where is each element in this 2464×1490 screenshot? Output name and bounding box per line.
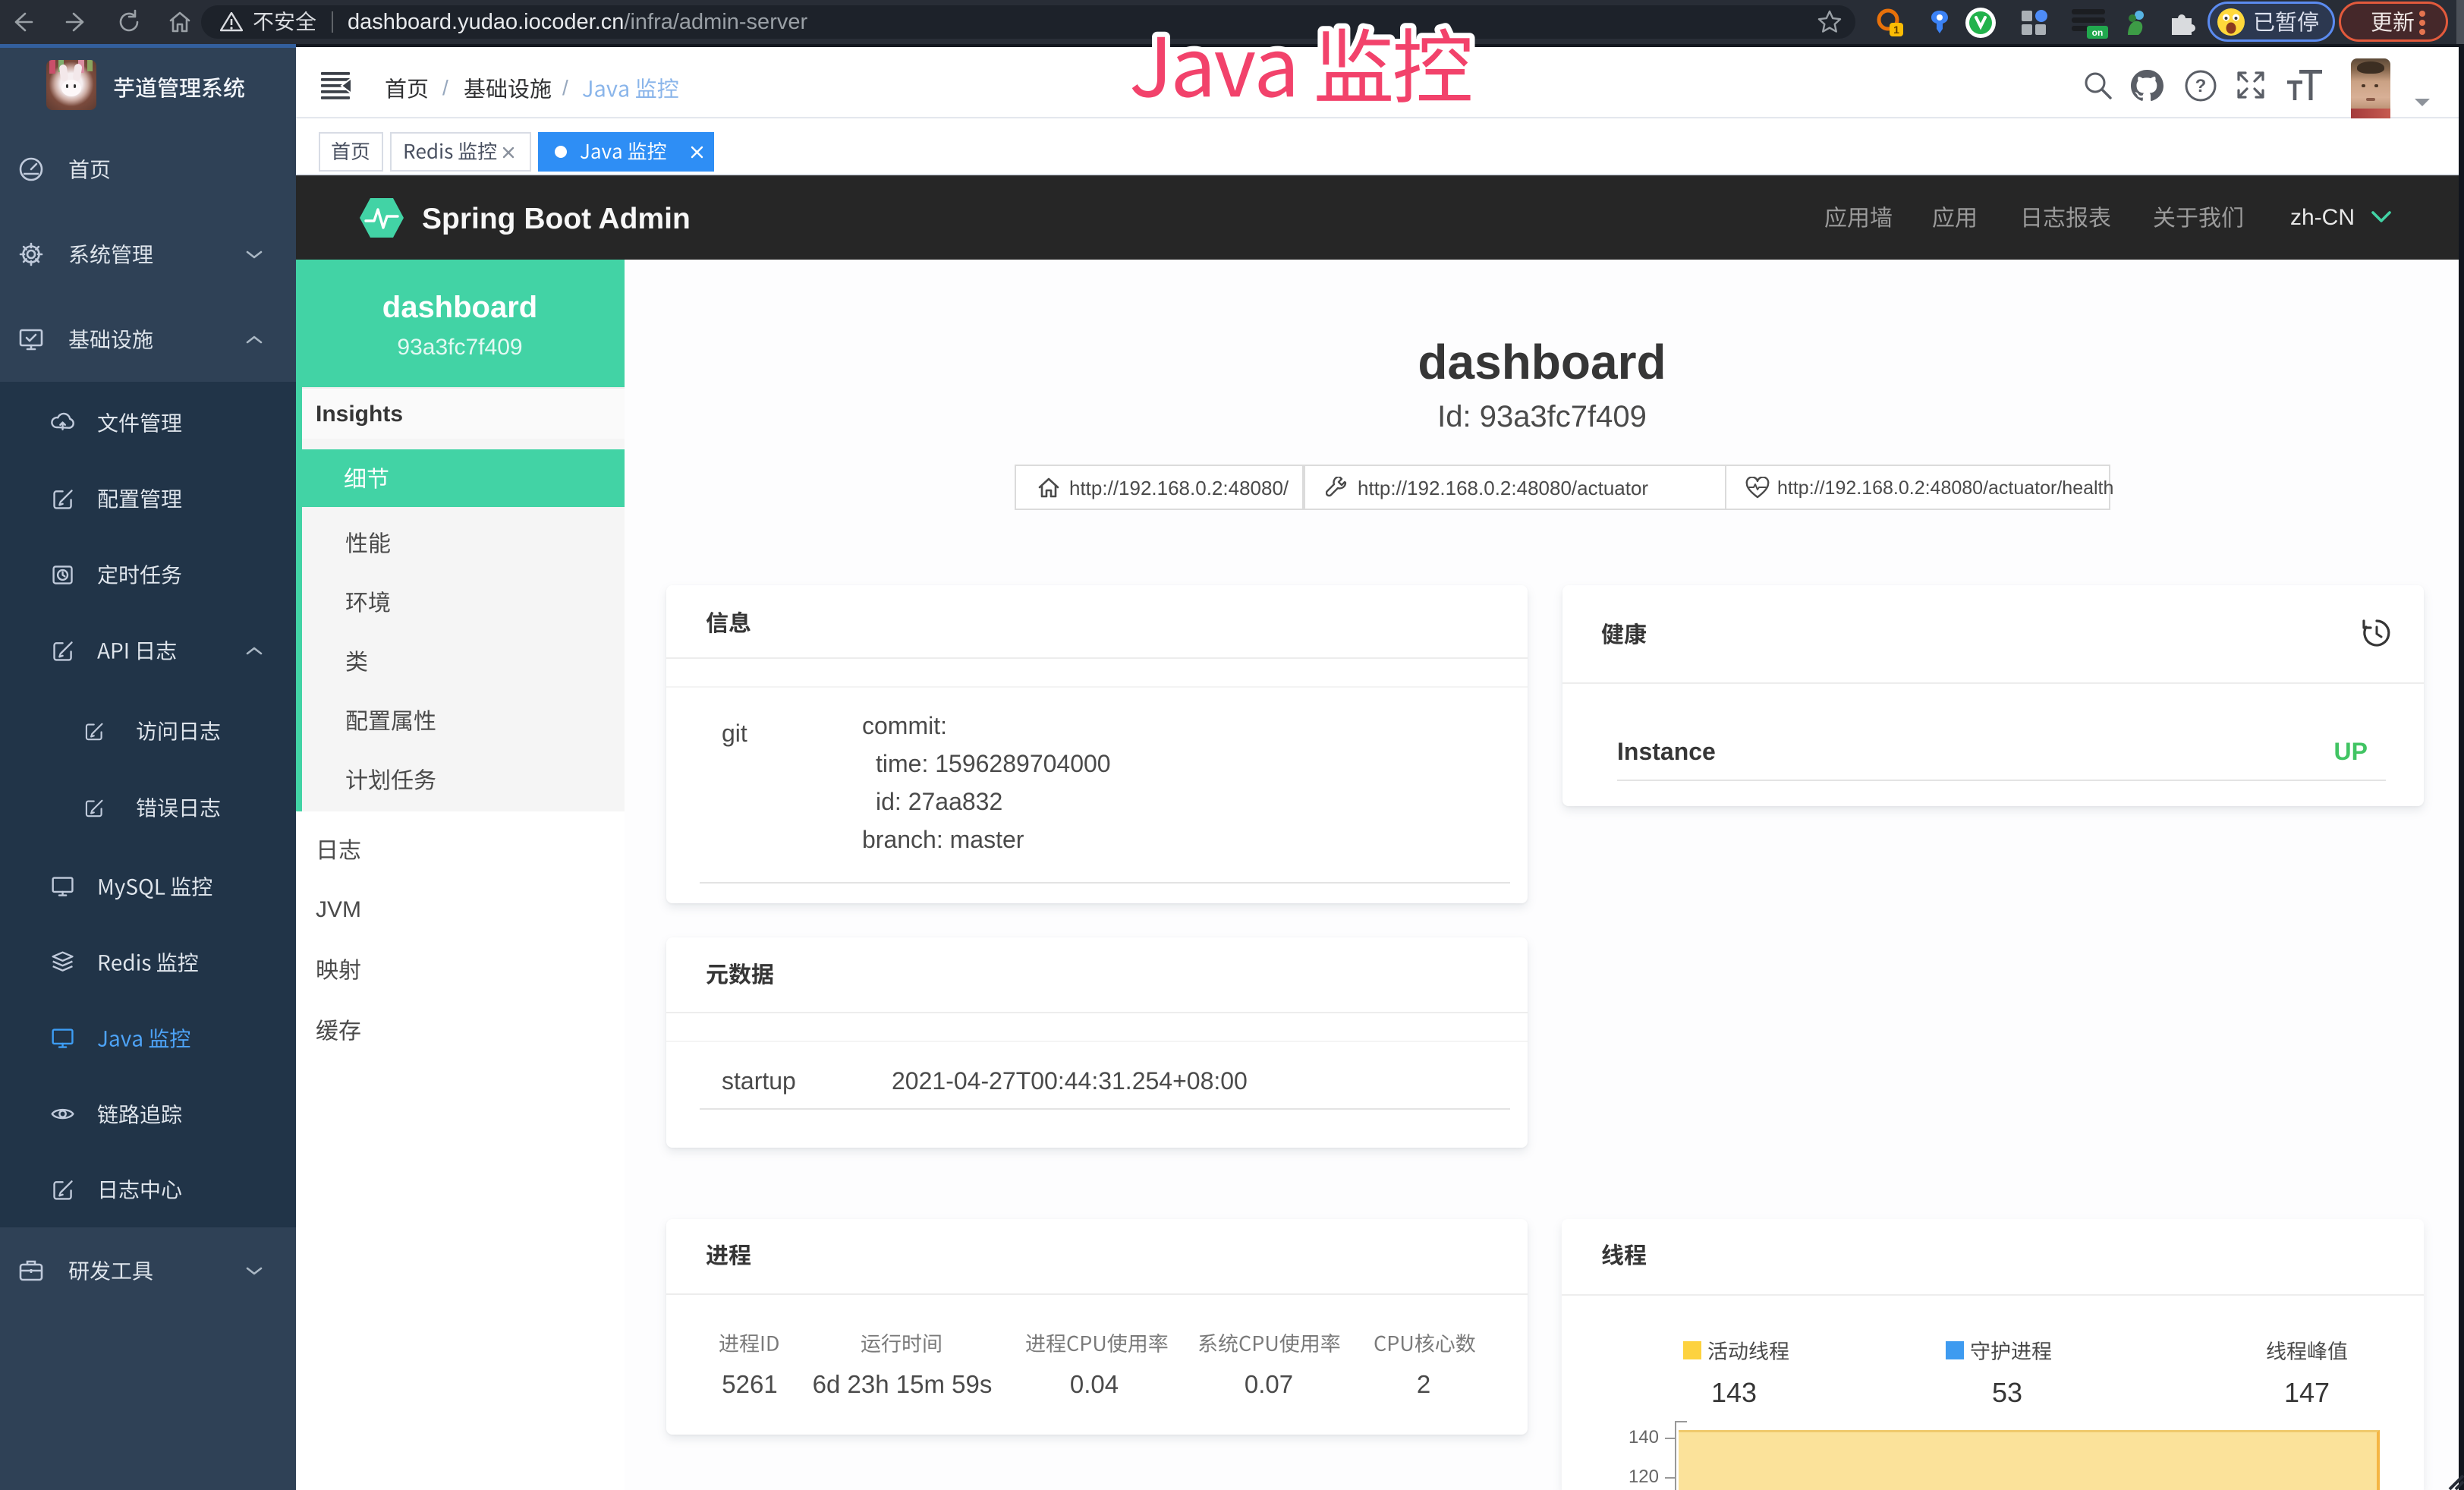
svg-text:?: ?	[2195, 76, 2207, 96]
svg-text:1: 1	[1893, 24, 1899, 36]
svg-text:on: on	[2092, 27, 2104, 38]
